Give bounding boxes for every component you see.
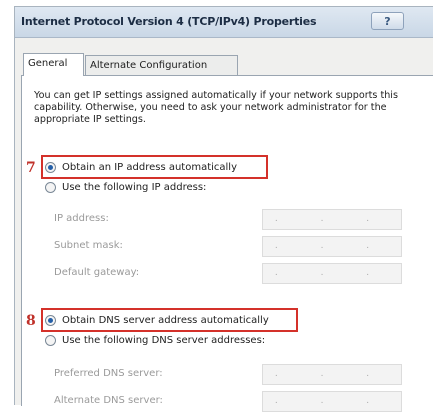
radio-obtain-ip-automatically[interactable]: Obtain an IP address automatically [45,160,237,175]
ip-address-input[interactable]: . . . [262,209,402,230]
tab-alternate-configuration[interactable]: Alternate Configuration [85,55,238,75]
radio-label: Use the following IP address: [62,182,207,193]
preferred-dns-input[interactable]: . . . [262,364,402,385]
radio-label: Obtain DNS server address automatically [62,315,269,326]
radio-unselected-icon [45,335,56,346]
tab-general[interactable]: General [23,53,84,76]
description-text: You can get IP settings assigned automat… [34,90,398,125]
radio-label: Obtain an IP address automatically [62,162,238,173]
tcpip-properties-dialog: Internet Protocol Version 4 (TCP/IPv4) P… [14,6,433,412]
subnet-mask-label: Subnet mask: [54,240,123,251]
alternate-dns-input[interactable]: . . . [262,391,402,412]
radio-use-following-dns[interactable]: Use the following DNS server addresses: [45,333,265,348]
default-gateway-label: Default gateway: [54,267,140,278]
step-number-7: 7 [26,160,36,176]
radio-obtain-dns-automatically[interactable]: Obtain DNS server address automatically [45,313,269,328]
alternate-dns-label: Alternate DNS server: [54,395,163,406]
window-title: Internet Protocol Version 4 (TCP/IPv4) P… [21,15,317,28]
radio-selected-icon [45,315,56,326]
general-tab-page: You can get IP settings assigned automat… [21,75,433,412]
step-number-8: 8 [26,313,36,329]
preferred-dns-label: Preferred DNS server: [54,368,163,379]
help-button[interactable]: ? [371,12,404,30]
subnet-mask-input[interactable]: . . . [262,236,402,257]
ip-address-label: IP address: [54,213,109,224]
radio-unselected-icon [45,182,56,193]
radio-use-following-ip[interactable]: Use the following IP address: [45,180,206,195]
default-gateway-input[interactable]: . . . [262,263,402,284]
radio-selected-icon [45,162,56,173]
title-bar: Internet Protocol Version 4 (TCP/IPv4) P… [15,7,433,38]
radio-label: Use the following DNS server addresses: [62,335,266,346]
dialog-body: General Alternate Configuration You can … [21,45,433,412]
